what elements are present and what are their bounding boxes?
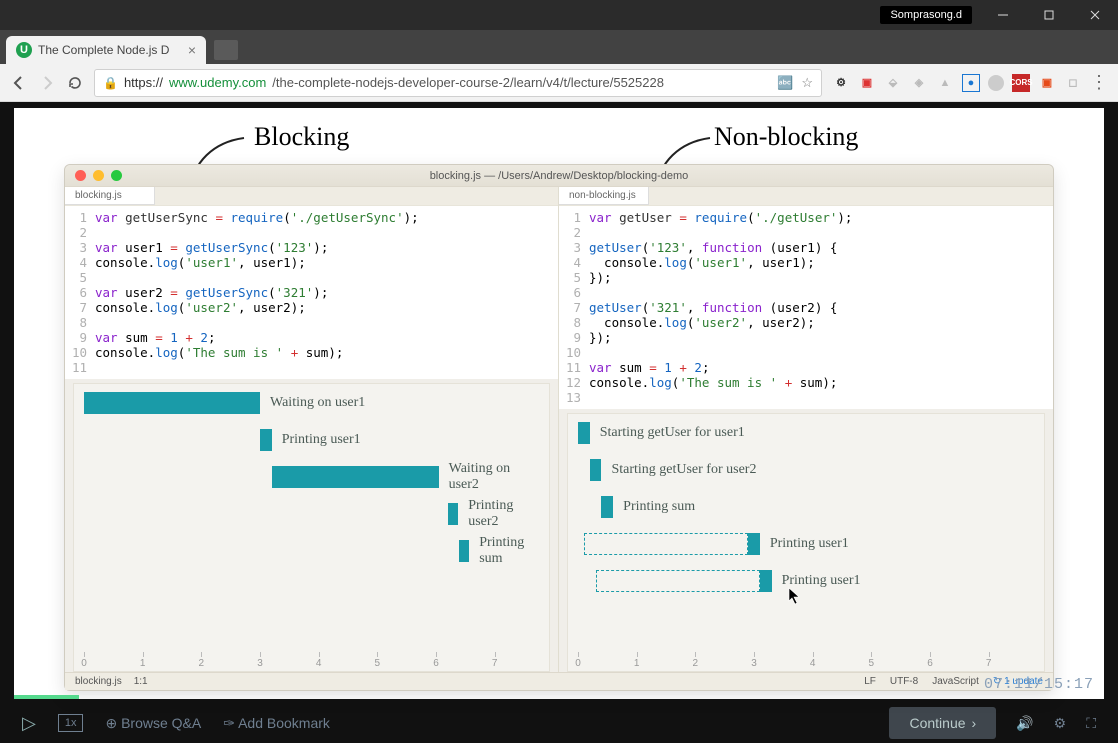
player-controls: ▷ 1x ⊕ Browse Q&A ✑ Add Bookmark Continu…: [0, 703, 1118, 743]
browser-toolbar: 🔒 https:// www.udemy.com/the-complete-nod…: [0, 64, 1118, 102]
timeline-row: Waiting on user1: [84, 392, 365, 414]
play-button[interactable]: ▷: [22, 713, 36, 734]
timeline-row: Printing user1: [578, 570, 861, 592]
pane-nonblocking: non-blocking.js 1var getUser = require('…: [559, 187, 1053, 672]
timeline-row: Starting getUser for user1: [578, 422, 745, 444]
editor-statusbar: blocking.js 1:1 LF UTF-8 JavaScript ↻ 1 …: [65, 672, 1053, 690]
forward-button[interactable]: [38, 74, 56, 92]
timeline-row: Printing sum: [578, 496, 695, 518]
settings-gear-icon[interactable]: ⚙: [832, 74, 850, 92]
code-nonblocking[interactable]: 1var getUser = require('./getUser');23ge…: [559, 206, 1053, 409]
timeline-blocking: Waiting on user1 Printing user1 Waiting on…: [73, 383, 550, 672]
settings-button[interactable]: ⚙: [1054, 715, 1067, 732]
tab-close-button[interactable]: ×: [188, 42, 196, 58]
browse-qa-button[interactable]: ⊕ Browse Q&A: [105, 715, 201, 732]
window-user-badge: Somprasong.d: [880, 6, 972, 24]
url-path: /the-complete-nodejs-developer-course-2/…: [272, 75, 664, 90]
dropbox-icon[interactable]: ⬙: [884, 74, 902, 92]
continue-button[interactable]: Continue ›: [889, 707, 996, 739]
file-tab-nonblocking[interactable]: non-blocking.js: [559, 187, 649, 205]
timeline-row: Printing user2: [84, 503, 539, 525]
chrome-menu-button[interactable]: ⋮: [1090, 72, 1108, 93]
extension-icons: ⚙ ▣ ⬙ ◈ ▲ ● CORS ▣ ◻ ⋮: [832, 72, 1108, 93]
window-close-button[interactable]: [1072, 0, 1118, 30]
timeline-row: Printing user1: [84, 429, 361, 451]
pane-blocking: blocking.js 1var getUserSync = require('…: [65, 187, 559, 672]
code-blocking[interactable]: 1var getUserSync = require('./getUserSyn…: [65, 206, 558, 379]
back-button[interactable]: [10, 74, 28, 92]
speed-button[interactable]: 1x: [58, 714, 84, 732]
status-lang: JavaScript: [932, 676, 979, 687]
status-eol: LF: [864, 676, 876, 687]
timeline-row: Printing sum: [84, 540, 539, 562]
page-content: Go to Dashboard Blocking Non-blocking bl…: [0, 102, 1118, 743]
video-slide: Blocking Non-blocking blocking.js — /Use…: [14, 108, 1104, 699]
address-bar[interactable]: 🔒 https:// www.udemy.com/the-complete-nod…: [94, 69, 822, 97]
video-progress[interactable]: [14, 695, 1104, 699]
fullscreen-button[interactable]: ⛶: [1086, 715, 1096, 732]
office-icon[interactable]: ▣: [1038, 74, 1056, 92]
editor-titlebar: blocking.js — /Users/Andrew/Desktop/bloc…: [65, 165, 1053, 187]
timeline-row: Waiting on user2: [84, 466, 539, 488]
translate-icon[interactable]: 🔤: [777, 75, 793, 91]
url-protocol: https://: [124, 75, 163, 90]
drive-icon[interactable]: ▲: [936, 74, 954, 92]
window-minimize-button[interactable]: [980, 0, 1026, 30]
url-domain: www.udemy.com: [169, 75, 266, 90]
editor-title: blocking.js — /Users/Andrew/Desktop/bloc…: [65, 170, 1053, 182]
volume-button[interactable]: 🔊: [1016, 715, 1033, 732]
timeline-nonblocking: Starting getUser for user1 Starting getUs…: [567, 413, 1045, 672]
status-file: blocking.js: [75, 676, 122, 687]
timeline-row: Printing user1: [578, 533, 849, 555]
star-icon[interactable]: ☆: [801, 75, 813, 91]
heading-nonblocking: Non-blocking: [714, 122, 858, 152]
tab-title: The Complete Node.js D: [38, 43, 169, 57]
extension-blue-icon[interactable]: ●: [962, 74, 980, 92]
window-titlebar: Somprasong.d: [0, 0, 1118, 30]
cors-extension-icon[interactable]: CORS: [1012, 74, 1030, 92]
browser-tab[interactable]: U The Complete Node.js D ×: [6, 36, 206, 64]
extension-gray-icon[interactable]: ◻: [1064, 74, 1082, 92]
heading-blocking: Blocking: [254, 122, 349, 152]
lock-icon: 🔒: [103, 76, 118, 90]
extension-icon[interactable]: ▣: [858, 74, 876, 92]
file-tab-blocking[interactable]: blocking.js: [65, 187, 155, 205]
extension-cube-icon[interactable]: ◈: [910, 74, 928, 92]
udemy-favicon: U: [16, 42, 32, 58]
timeline-row: Starting getUser for user2: [578, 459, 756, 481]
video-time: 07:11/15:17: [984, 676, 1094, 693]
reload-button[interactable]: [66, 74, 84, 92]
profile-avatar[interactable]: [988, 75, 1004, 91]
status-pos: 1:1: [134, 676, 148, 687]
browser-tabstrip: U The Complete Node.js D ×: [0, 30, 1118, 64]
window-maximize-button[interactable]: [1026, 0, 1072, 30]
status-enc: UTF-8: [890, 676, 918, 687]
editor-window: blocking.js — /Users/Andrew/Desktop/bloc…: [64, 164, 1054, 691]
new-tab-button[interactable]: [214, 40, 238, 60]
add-bookmark-button[interactable]: ✑ Add Bookmark: [223, 715, 330, 732]
